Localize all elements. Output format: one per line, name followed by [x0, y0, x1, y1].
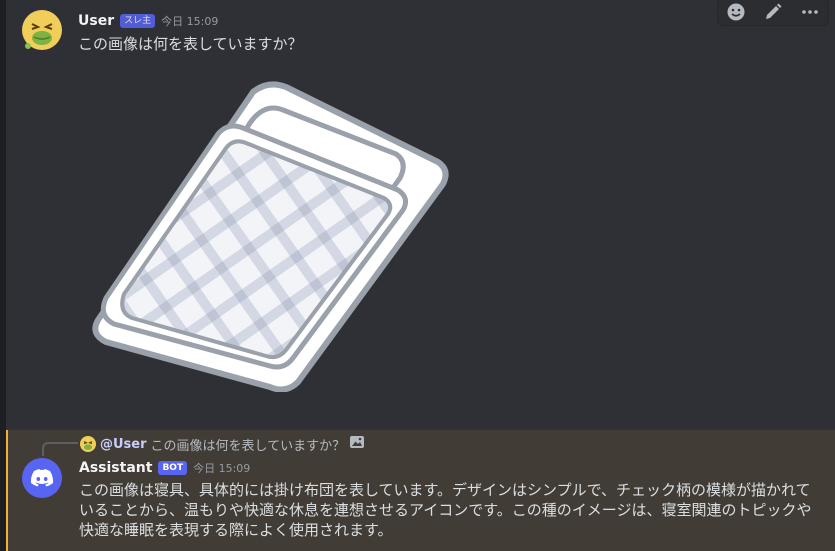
emoji-icon[interactable] [724, 0, 748, 24]
more-icon[interactable] [798, 0, 822, 24]
reply-connector [42, 442, 78, 456]
reply-avatar [80, 436, 96, 452]
message-text: この画像は何を表していますか？ [78, 35, 303, 53]
bot-avatar[interactable] [22, 458, 62, 498]
nauseated-face-icon [23, 11, 61, 49]
reply-text[interactable]: この画像は何を表していますか？ [151, 435, 346, 454]
op-tag: スレ主 [120, 14, 156, 28]
bot-username[interactable]: Assistant [79, 460, 152, 476]
reply-mention[interactable]: @User [100, 437, 147, 452]
futon-illustration [92, 81, 449, 393]
reply-preview[interactable]: @User この画像は何を表していますか？ [80, 434, 365, 454]
pencil-icon[interactable] [761, 0, 785, 24]
username[interactable]: User [78, 13, 114, 29]
timestamp: 今日 15:09 [193, 462, 251, 475]
avatar[interactable] [22, 10, 62, 50]
nauseated-face-icon [80, 436, 96, 452]
chat-area: User スレ主 今日 15:09 この画像は何を表していますか？ @User … [6, 0, 835, 551]
image-icon [349, 434, 365, 454]
attached-image[interactable] [78, 72, 458, 393]
bot-message[interactable]: @User この画像は何を表していますか？ Assistant BOT 今日 1… [6, 430, 835, 551]
timestamp: 今日 15:09 [161, 15, 219, 28]
bot-badge: BOT [158, 461, 188, 475]
user-message[interactable]: User スレ主 今日 15:09 この画像は何を表していますか？ [6, 0, 835, 428]
discord-logo-icon [30, 469, 54, 487]
message-toolbar [717, 0, 829, 26]
message-text: この画像は寝具、具体的には掛け布団を表しています。デザインはシンプルで、チェック… [79, 481, 812, 539]
